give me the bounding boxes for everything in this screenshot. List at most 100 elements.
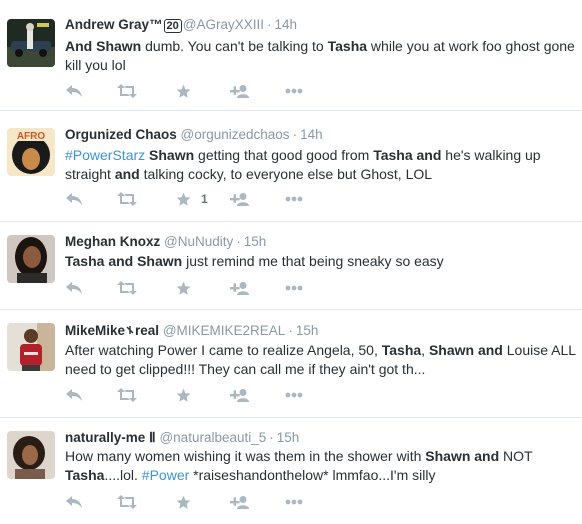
more-dots-button[interactable] (285, 492, 303, 512)
retweet-icon (117, 192, 137, 206)
retweet-button[interactable] (117, 278, 137, 298)
tweet[interactable]: Meghan Knoxz @NuNudity · 15h Tasha and Sha… (0, 222, 582, 310)
display-name[interactable]: naturally-me (65, 430, 145, 445)
reply-button[interactable] (65, 385, 83, 405)
follow-add-user-icon (230, 192, 250, 206)
tweet-text-segment: How many women wishing it was them in th… (65, 448, 426, 464)
afro-logo-text: AFRO (17, 131, 46, 142)
tweet-text: And Shawn dumb. You can't be talking to … (65, 37, 576, 75)
reply-icon (65, 192, 83, 206)
timestamp[interactable]: 15h (296, 323, 319, 338)
display-name[interactable]: MikeMike (65, 323, 125, 338)
follow-add-user-button[interactable] (230, 385, 250, 405)
follow-add-user-icon (230, 281, 250, 295)
avatar[interactable] (7, 431, 55, 479)
retweet-button[interactable] (117, 385, 137, 405)
reply-icon (65, 495, 83, 509)
tweet-text: Tasha and Shawn just remind me that bein… (65, 252, 576, 271)
tweet-text-segment: *raiseshandonthelow* lmmfao...I'm silly (189, 467, 436, 483)
name-decoration (126, 323, 134, 334)
reply-button[interactable] (65, 81, 83, 101)
tweet[interactable]: AFRO Orgunized Chaos @orgunizedchaos · 14h… (0, 111, 582, 222)
retweet-button[interactable] (117, 492, 137, 512)
more-dots-button[interactable] (285, 278, 303, 298)
reply-button[interactable] (65, 278, 83, 298)
follow-add-user-button[interactable] (230, 81, 250, 101)
tweet-text-segment: Tasha (381, 342, 422, 358)
display-name[interactable]: Meghan Knoxz (65, 234, 160, 249)
tweet-header: Meghan Knoxz @NuNudity · 15h (65, 234, 576, 249)
tweet-text-segment: and (416, 147, 442, 163)
avatar[interactable]: AFRO (7, 128, 55, 176)
tweet-actions (65, 492, 365, 512)
tweet-text-segment: Shawn and (428, 342, 503, 358)
favorite-star-icon (176, 84, 191, 99)
separator-dot: · (292, 127, 298, 142)
follow-add-user-button[interactable] (230, 189, 250, 209)
tweet[interactable]: MikeMike real @MIKEMIKE2REAL · 15h After wa… (0, 310, 582, 418)
tweet-text: After watching Power I came to realize A… (65, 341, 576, 379)
avatar[interactable] (7, 323, 55, 371)
tweet-text-segment: getting that good good from (194, 147, 374, 163)
tweet-header: Andrew Gray™ 20 @AGrayXXIII · 14h (65, 17, 576, 33)
tweet-text-segment: dumb. You can't be talking to (141, 38, 328, 54)
reply-icon (65, 388, 83, 402)
favorite-star-icon (176, 281, 191, 296)
tweet-text-segment: Tasha (65, 467, 105, 483)
username-handle[interactable]: @orgunizedchaos (181, 127, 290, 142)
more-dots-icon (285, 196, 303, 202)
more-dots-button[interactable] (285, 189, 303, 209)
tweet[interactable]: Andrew Gray™ 20 @AGrayXXIII · 14h And Shawn … (0, 0, 582, 111)
retweet-button[interactable] (117, 81, 137, 101)
retweet-button[interactable] (117, 189, 137, 209)
display-name[interactable]: Orgunized Chaos (65, 127, 177, 142)
username-handle[interactable]: @NuNudity (164, 234, 233, 249)
avatar-woman-photo (7, 235, 55, 283)
avatar-night-car-photo (7, 19, 55, 67)
favorite-star-icon (176, 495, 191, 510)
display-name[interactable]: Andrew Gray™ (65, 17, 163, 32)
reply-icon (65, 281, 83, 295)
tweet-feed: Andrew Gray™ 20 @AGrayXXIII · 14h And Shawn … (0, 0, 582, 524)
tweet-text-segment: Shawn (149, 147, 195, 163)
timestamp[interactable]: 14h (275, 17, 298, 32)
favorite-star-button[interactable] (176, 81, 201, 101)
tweet-text-segment: And Shawn (65, 38, 142, 54)
avatar[interactable] (7, 19, 55, 67)
favorite-star-icon (176, 388, 191, 403)
favorite-star-button[interactable] (176, 492, 201, 512)
hashtag-link[interactable]: #Power (142, 467, 189, 483)
timestamp[interactable]: 15h (277, 430, 300, 445)
favorite-star-button[interactable]: 1 (176, 189, 208, 209)
more-dots-button[interactable] (285, 385, 303, 405)
favorite-count: 1 (201, 192, 208, 206)
afro-logo-avatar: AFRO (7, 128, 55, 176)
retweet-icon (117, 495, 137, 509)
tweet-text-segment: talking cocky, to everyone else but Ghos… (139, 166, 433, 182)
follow-add-user-button[interactable] (230, 278, 250, 298)
tweet-actions: 1 (65, 189, 365, 209)
username-handle[interactable]: @AGrayXXIII (183, 17, 264, 32)
follow-add-user-button[interactable] (230, 492, 250, 512)
separator-dot: · (288, 323, 293, 338)
hashtag-link[interactable]: #PowerStarz (65, 147, 145, 163)
tweet[interactable]: naturally-me Ⅱ @naturalbeauti_5 · 15h How … (0, 418, 582, 524)
timestamp[interactable]: 14h (300, 127, 323, 142)
reply-button[interactable] (65, 189, 83, 209)
timestamp[interactable]: 15h (244, 234, 267, 249)
reply-button[interactable] (65, 492, 83, 512)
tweet-text-segment: Tasha (373, 147, 413, 163)
reply-icon (65, 84, 83, 98)
username-handle[interactable]: @MIKEMIKE2REAL (163, 323, 286, 338)
more-dots-icon (285, 285, 303, 291)
more-dots-button[interactable] (285, 81, 303, 101)
username-handle[interactable]: @naturalbeauti_5 (159, 430, 266, 445)
favorite-star-button[interactable] (176, 278, 201, 298)
tweet-text-segment: NOT (499, 448, 533, 464)
tweet-header: Orgunized Chaos @orgunizedchaos · 14h (65, 127, 576, 142)
favorite-star-button[interactable] (176, 385, 201, 405)
name-badge: 20 (163, 19, 182, 33)
separator-dot: · (267, 17, 272, 32)
avatar[interactable] (7, 235, 55, 283)
tweet-actions (65, 278, 365, 298)
